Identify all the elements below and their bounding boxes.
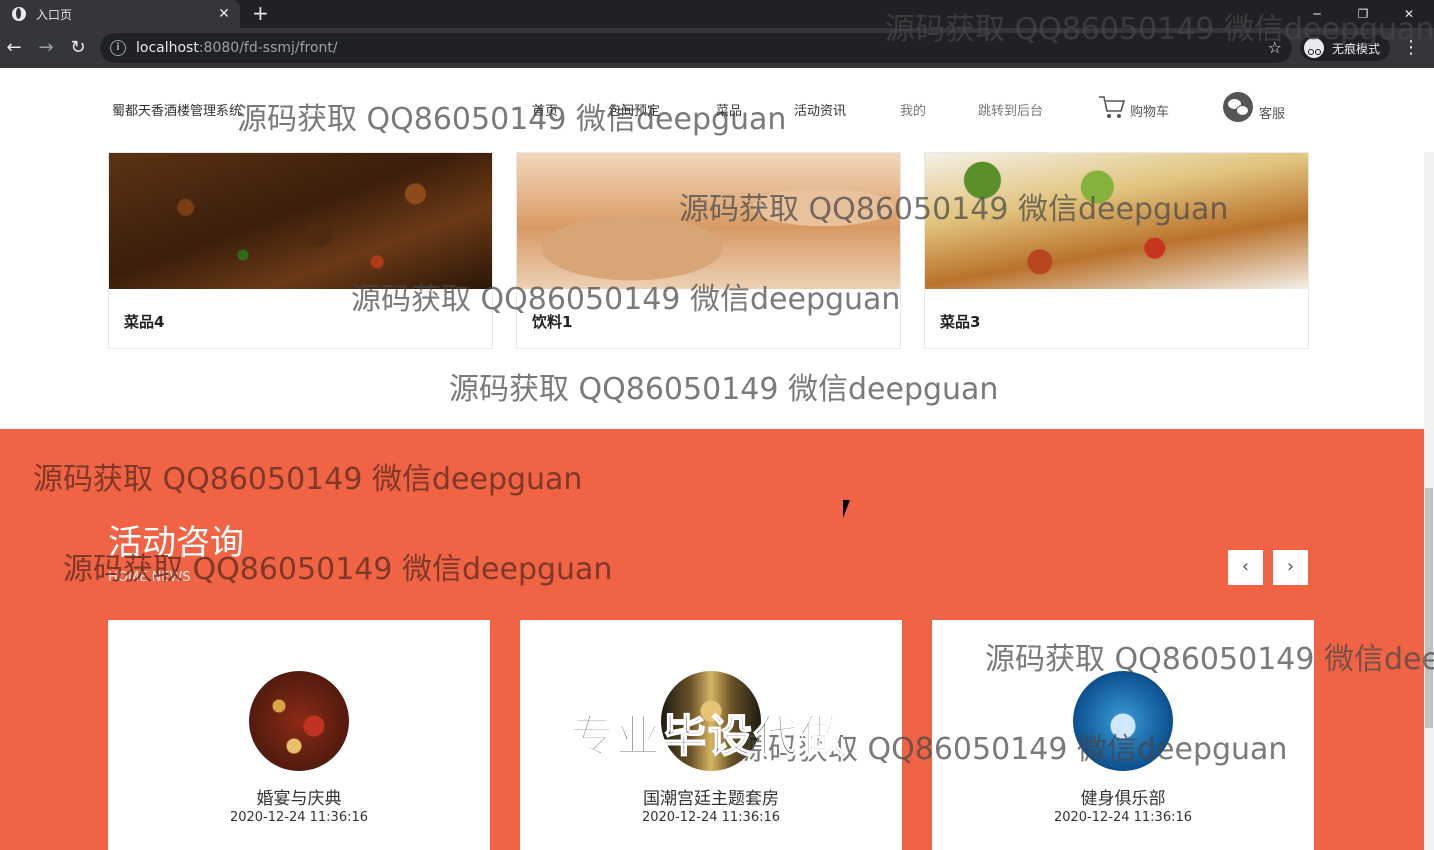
cart-link[interactable]: 购物车	[1098, 94, 1169, 120]
news-section: 活动咨询 HOME NEWS ‹ › 婚宴与庆典 2020-12-24 11:3…	[0, 429, 1424, 850]
window-close-button[interactable]: ✕	[1386, 0, 1432, 28]
restore-button[interactable]: ❐	[1340, 0, 1386, 28]
browser-toolbar: ← → ↻ i localhost:8080/fd-ssmj/front/ ☆ …	[0, 28, 1434, 68]
minimize-button[interactable]: ─	[1294, 0, 1340, 28]
nav-mine[interactable]: 我的	[900, 100, 926, 119]
news-date: 2020-12-24 11:36:16	[1053, 810, 1193, 825]
scrollbar-thumb[interactable]	[1425, 488, 1433, 728]
dish-name[interactable]: 饮料1	[532, 311, 572, 332]
url-host: localhost	[136, 40, 199, 56]
dish-card[interactable]: 饮料1	[516, 152, 901, 349]
cart-icon	[1099, 96, 1126, 118]
service-label: 客服	[1259, 107, 1286, 122]
dish-name[interactable]: 菜品3	[940, 311, 980, 332]
forward-button[interactable]: →	[34, 36, 58, 60]
info-icon[interactable]: i	[110, 40, 126, 56]
bookmark-star-icon[interactable]: ☆	[1268, 38, 1282, 57]
site-brand[interactable]: 蜀都天香酒楼管理系统	[112, 100, 242, 119]
news-section-title: 活动咨询	[108, 523, 244, 563]
mouse-cursor-icon	[843, 500, 850, 518]
carousel-next-button[interactable]: ›	[1273, 550, 1308, 585]
dish-image[interactable]	[925, 153, 1308, 289]
incognito-label: 无痕模式	[1332, 41, 1381, 56]
browser-tab[interactable]: 入口页 ✕	[0, 0, 240, 28]
promo-overlay: 专业毕设代做	[569, 710, 846, 763]
dish-card[interactable]: 菜品3	[924, 152, 1309, 349]
back-button[interactable]: ←	[2, 36, 26, 60]
news-date: 2020-12-24 11:36:16	[641, 810, 781, 825]
reload-button[interactable]: ↻	[66, 36, 90, 60]
news-card[interactable]: 婚宴与庆典 2020-12-24 11:36:16	[108, 620, 490, 850]
dish-name[interactable]: 菜品4	[124, 311, 164, 332]
nav-news[interactable]: 活动资讯	[794, 100, 846, 119]
wechat-icon	[1223, 92, 1253, 122]
incognito-badge[interactable]: 无痕模式	[1300, 35, 1391, 61]
news-date: 2020-12-24 11:36:16	[229, 810, 369, 825]
dish-card[interactable]: 菜品4	[108, 152, 493, 349]
cart-label: 购物车	[1130, 105, 1170, 120]
url-path: :8080/fd-ssmj/front/	[198, 40, 338, 56]
carousel-prev-button[interactable]: ‹	[1228, 550, 1263, 585]
nav-home[interactable]: 首页	[532, 100, 558, 119]
nav-room-booking[interactable]: 包间预定	[608, 100, 660, 119]
dish-image[interactable]	[517, 153, 900, 289]
news-thumbnail[interactable]	[249, 671, 349, 771]
browser-tab-bar: 入口页 ✕ + ─ ❐ ✕	[0, 0, 1434, 28]
tab-title: 入口页	[36, 7, 73, 22]
dish-image[interactable]	[109, 153, 492, 289]
globe-icon	[12, 7, 26, 21]
tab-close-icon[interactable]: ✕	[214, 6, 234, 22]
news-title[interactable]: 健身俱乐部	[932, 784, 1314, 809]
news-section-subtitle: HOME NEWS	[108, 570, 191, 585]
news-title[interactable]: 国潮宫廷主题套房	[520, 784, 902, 809]
browser-menu-icon[interactable]: ⋮	[1402, 36, 1420, 60]
news-thumbnail[interactable]	[1073, 671, 1173, 771]
incognito-icon	[1304, 38, 1324, 58]
site-header: 蜀都天香酒楼管理系统 首页 包间预定 菜品 活动资讯 我的 跳转到后台 购物车 …	[0, 68, 1424, 152]
address-bar[interactable]: i localhost:8080/fd-ssmj/front/ ☆	[100, 33, 1292, 63]
new-tab-button[interactable]: +	[252, 2, 269, 24]
customer-service-link[interactable]: 客服	[1223, 92, 1285, 122]
news-card[interactable]: 健身俱乐部 2020-12-24 11:36:16	[932, 620, 1314, 850]
news-title[interactable]: 婚宴与庆典	[108, 784, 490, 809]
page-scrollbar[interactable]	[1424, 152, 1434, 850]
nav-dishes[interactable]: 菜品	[716, 100, 742, 119]
nav-admin[interactable]: 跳转到后台	[978, 100, 1043, 119]
